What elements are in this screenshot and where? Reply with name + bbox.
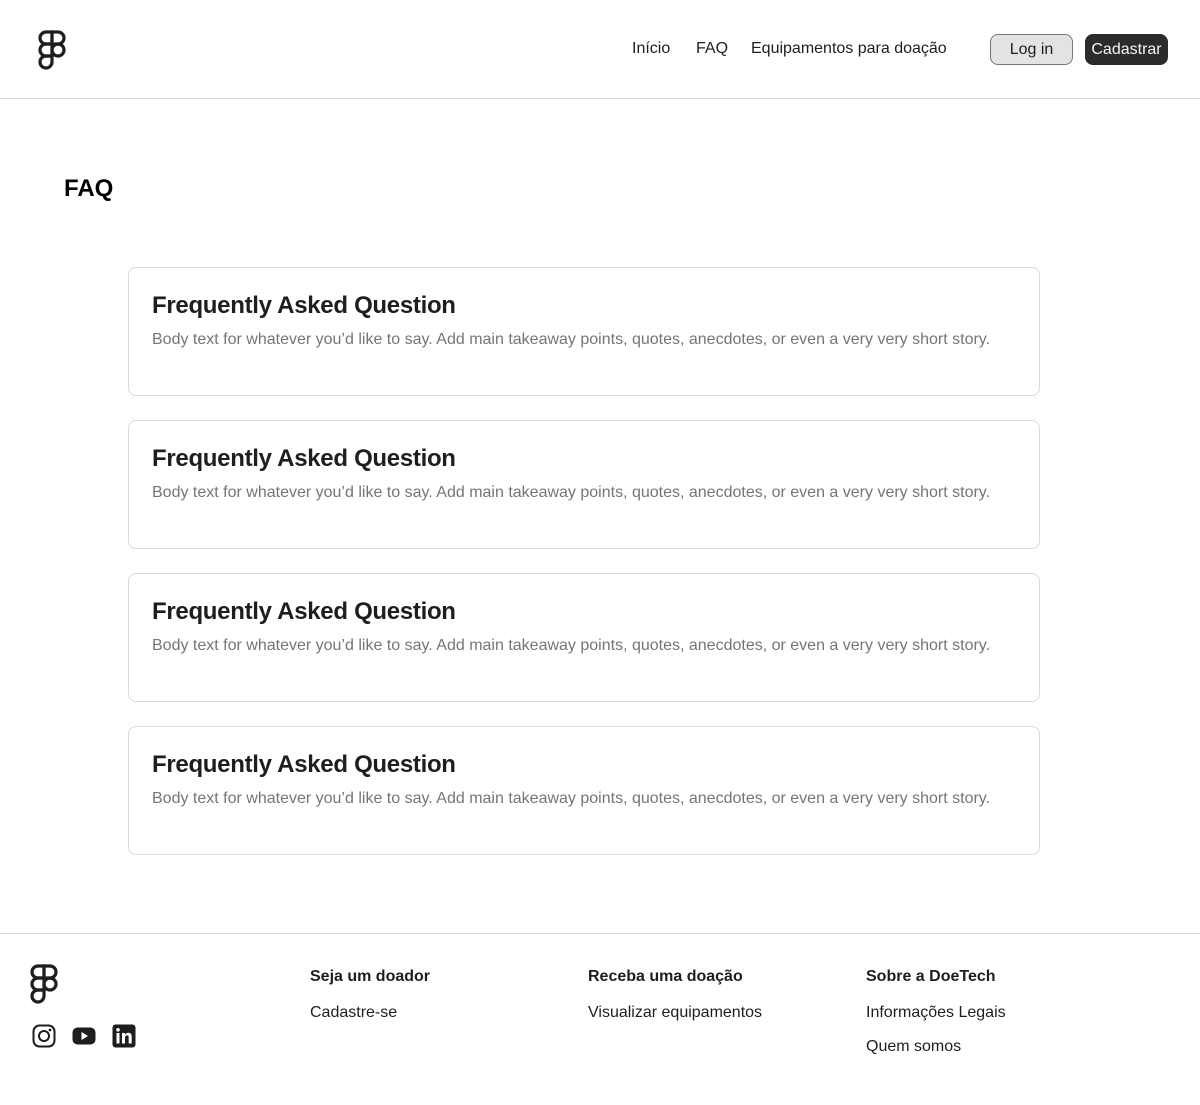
faq-question: Frequently Asked Question bbox=[152, 292, 456, 319]
footer-column-sobre: Sobre a DoeTech Informações Legais Quem … bbox=[866, 967, 1006, 1071]
faq-card[interactable]: Frequently Asked Question Body text for … bbox=[128, 726, 1040, 855]
faq-list: Frequently Asked Question Body text for … bbox=[128, 267, 1040, 879]
faq-question: Frequently Asked Question bbox=[152, 445, 456, 472]
nav-link-inicio[interactable]: Início bbox=[632, 39, 670, 59]
faq-card[interactable]: Frequently Asked Question Body text for … bbox=[128, 267, 1040, 396]
faq-card[interactable]: Frequently Asked Question Body text for … bbox=[128, 420, 1040, 549]
instagram-icon[interactable] bbox=[32, 1024, 56, 1048]
faq-question: Frequently Asked Question bbox=[152, 598, 456, 625]
faq-card[interactable]: Frequently Asked Question Body text for … bbox=[128, 573, 1040, 702]
page-title: FAQ bbox=[64, 175, 114, 202]
footer-heading: Seja um doador bbox=[310, 968, 431, 985]
footer-column-doador: Seja um doador Cadastre-se bbox=[310, 967, 430, 1037]
youtube-icon[interactable] bbox=[72, 1024, 96, 1048]
faq-answer: Body text for whatever you’d like to say… bbox=[152, 637, 991, 654]
footer-heading: Sobre a DoeTech bbox=[866, 968, 996, 985]
faq-question: Frequently Asked Question bbox=[152, 751, 456, 778]
linkedin-icon[interactable] bbox=[112, 1024, 136, 1048]
footer-link-visualizar-equipamentos[interactable]: Visualizar equipamentos bbox=[588, 1003, 762, 1023]
nav-link-faq[interactable]: FAQ bbox=[696, 39, 728, 59]
faq-answer: Body text for whatever you’d like to say… bbox=[152, 331, 991, 348]
footer-link-quem-somos[interactable]: Quem somos bbox=[866, 1037, 1006, 1057]
site-footer: Seja um doador Cadastre-se Receba uma do… bbox=[0, 933, 1200, 1105]
figma-logo-icon[interactable] bbox=[38, 30, 66, 70]
footer-heading: Receba uma doação bbox=[588, 968, 743, 985]
footer-link-informacoes-legais[interactable]: Informações Legais bbox=[866, 1003, 1006, 1023]
login-button[interactable]: Log in bbox=[990, 34, 1073, 65]
faq-answer: Body text for whatever you’d like to say… bbox=[152, 790, 991, 807]
signup-button[interactable]: Cadastrar bbox=[1085, 34, 1168, 65]
footer-column-receba: Receba uma doação Visualizar equipamento… bbox=[588, 967, 762, 1037]
nav-link-equipamentos[interactable]: Equipamentos para doação bbox=[751, 39, 947, 59]
faq-answer: Body text for whatever you’d like to say… bbox=[152, 484, 991, 501]
footer-link-cadastre-se[interactable]: Cadastre-se bbox=[310, 1003, 430, 1023]
site-header: Início FAQ Equipamentos para doação Log … bbox=[0, 0, 1200, 99]
figma-logo-icon[interactable] bbox=[30, 964, 58, 1004]
